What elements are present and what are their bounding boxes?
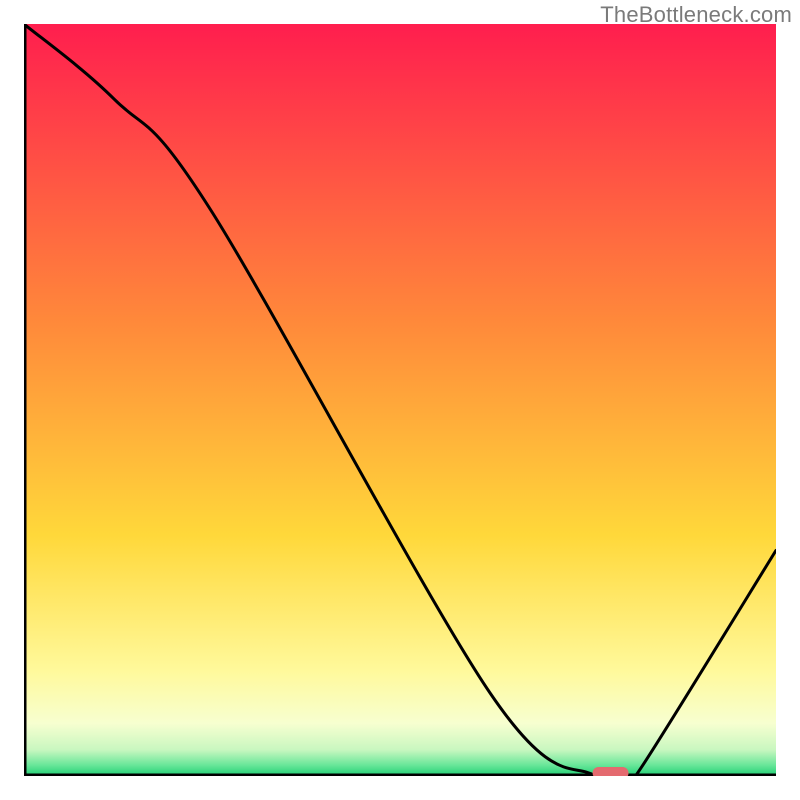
- plot-background: [24, 24, 776, 776]
- optimal-marker: [593, 767, 629, 776]
- markers-group: [593, 767, 629, 776]
- chart-svg: [24, 24, 776, 776]
- watermark-text: TheBottleneck.com: [600, 2, 792, 28]
- bottleneck-chart: [24, 24, 776, 776]
